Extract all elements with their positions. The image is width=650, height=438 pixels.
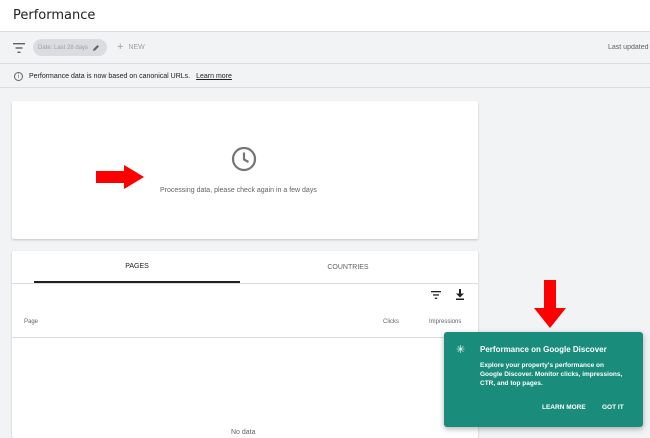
canonical-notice: i Performance data is now based on canon…	[0, 65, 650, 88]
popup-title: Performance on Google Discover	[480, 345, 607, 354]
column-header-page[interactable]: Page	[24, 319, 38, 325]
download-icon[interactable]	[455, 289, 465, 300]
column-header-impressions[interactable]: Impressions	[429, 319, 461, 325]
popup-learn-more-button[interactable]: LEARN MORE	[542, 404, 586, 411]
discover-popup: ✳ Performance on Google Discover Explore…	[444, 332, 643, 427]
new-filter-label: NEW	[128, 44, 145, 51]
no-data-text: No data	[231, 429, 256, 436]
filter-bar: Date: Last 28 days + NEW Last updated	[0, 33, 650, 64]
last-updated-text: Last updated	[608, 44, 649, 51]
page-title: Performance	[13, 8, 96, 23]
notice-text: Performance data is now based on canonic…	[29, 72, 191, 80]
date-filter-label: Date: Last 28 days	[38, 44, 89, 51]
clock-icon	[231, 146, 257, 172]
plus-icon: +	[117, 41, 124, 53]
tab-pages[interactable]: PAGES	[34, 251, 240, 283]
filter-icon[interactable]	[13, 43, 25, 53]
sparkle-icon: ✳	[456, 343, 466, 356]
table-filter-icon[interactable]	[431, 291, 441, 299]
tabs-divider	[12, 283, 478, 284]
popup-got-it-button[interactable]: GOT IT	[602, 404, 624, 411]
tab-countries[interactable]: COUNTRIES	[242, 251, 454, 283]
processing-message: Processing data, please check again in a…	[160, 187, 317, 194]
new-filter-button[interactable]: + NEW	[117, 42, 145, 53]
column-header-clicks[interactable]: Clicks	[383, 319, 399, 325]
popup-body: Explore your property's performance on G…	[480, 362, 623, 387]
date-filter-chip[interactable]: Date: Last 28 days	[33, 39, 107, 56]
performance-chart-card: Processing data, please check again in a…	[12, 101, 478, 239]
red-arrow-right	[96, 165, 144, 189]
red-arrow-down	[534, 280, 566, 328]
top-bar: Performance	[0, 0, 650, 32]
info-icon: i	[14, 71, 23, 81]
header-divider	[12, 337, 478, 338]
pencil-icon	[93, 44, 100, 51]
learn-more-link[interactable]: Learn more	[196, 73, 232, 80]
table-card: PAGES COUNTRIES Page Clicks Impressions …	[12, 251, 478, 438]
